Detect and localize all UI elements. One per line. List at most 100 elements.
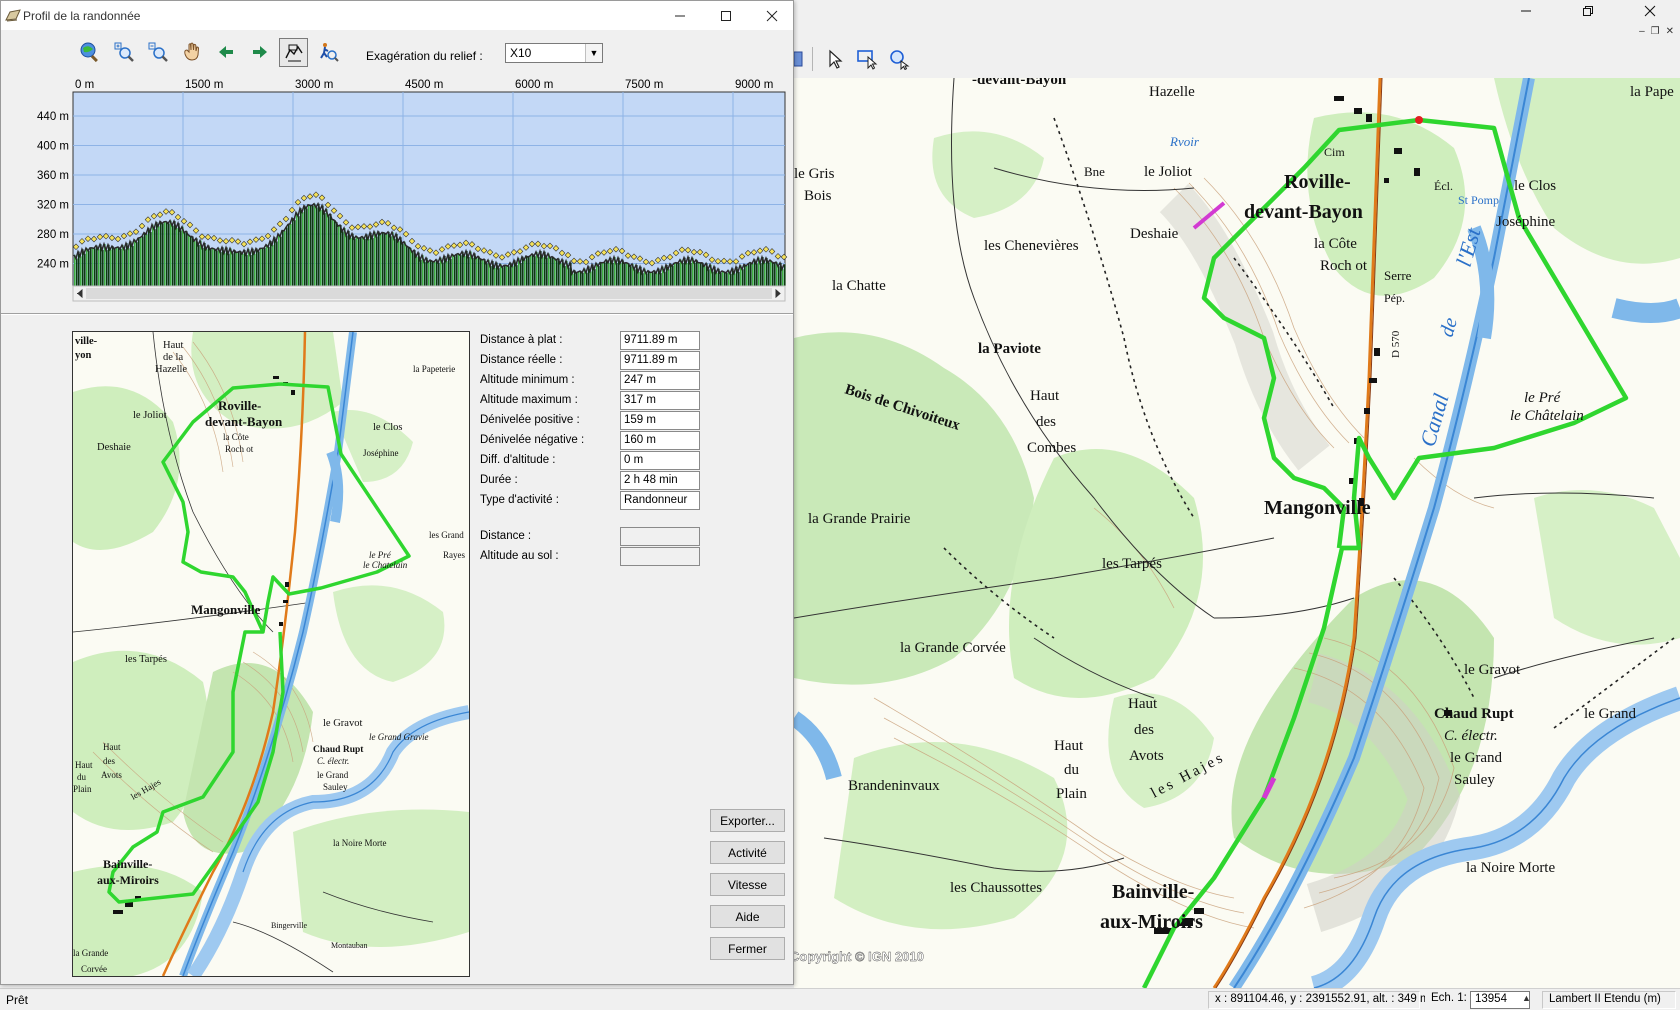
stat-label: Diff. d'altitude : — [480, 454, 556, 466]
terrain-bar — [656, 273, 658, 286]
zoom-globe-icon[interactable] — [75, 38, 104, 67]
minimize-icon[interactable] — [1504, 0, 1548, 22]
terrain-bar — [464, 256, 466, 286]
terrain-bar — [454, 256, 456, 286]
walker-zoom-icon[interactable] — [313, 38, 342, 67]
terrain-bar — [236, 252, 238, 286]
select-rectangle-icon[interactable] — [853, 45, 881, 73]
mdi-close-icon[interactable]: ✕ — [1666, 26, 1674, 42]
map-label: le Joliot — [1144, 164, 1193, 180]
stat-value: Randonneur — [620, 491, 700, 510]
scale-input[interactable]: 13954 — [1470, 991, 1530, 1009]
terrain-bar — [232, 253, 234, 286]
terrain-bar — [84, 253, 86, 286]
terrain-bar — [410, 247, 412, 286]
arrow-right-icon[interactable] — [245, 38, 274, 67]
terrain-bar — [528, 256, 530, 286]
terrain-bar — [240, 251, 242, 286]
terrain-bar — [620, 263, 622, 286]
speed-button[interactable]: Vitesse — [710, 873, 785, 896]
terrain-bar — [720, 272, 722, 286]
map-label: le Pré — [369, 550, 392, 560]
map-label: des — [103, 756, 115, 766]
mdi-restore-icon[interactable]: ❐ — [1651, 26, 1660, 42]
relief-exaggeration-select[interactable]: X10 ▼ — [505, 43, 603, 63]
mdi-minimize-icon[interactable]: ‒ — [1639, 26, 1645, 42]
terrain-bar — [564, 265, 566, 286]
terrain-bar — [420, 259, 422, 286]
map-label: Deshaie — [1130, 226, 1179, 242]
close-button[interactable]: Fermer — [710, 937, 785, 960]
terrain-bar — [252, 248, 254, 286]
dialog-titlebar[interactable]: Profil de la randonnée — [1, 1, 793, 31]
map-label: Roville- — [218, 398, 261, 413]
terrain-bar — [180, 230, 182, 286]
map-label: la Grande Corvée — [900, 640, 1006, 656]
profile-mode-icon[interactable] — [279, 37, 308, 67]
terrain-bar — [404, 241, 406, 286]
map-label: le Clos — [1514, 178, 1556, 194]
projection-readout: Lambert II Etendu (m) — [1542, 991, 1676, 1009]
scale-spin-icon[interactable]: ▲ — [1522, 993, 1531, 1003]
zoom-in-icon[interactable] — [109, 38, 138, 67]
map-copyright: Copyright © IGN 2010 — [794, 949, 924, 964]
terrain-bar — [624, 263, 626, 286]
activity-button[interactable]: Activité — [710, 841, 785, 864]
elevation-profile[interactable]: 0 m 1500 m 3000 m 4500 m 6000 m 7500 m 9000 m … — [31, 75, 791, 307]
terrain-bar — [630, 266, 632, 286]
terrain-bar — [452, 254, 454, 286]
terrain-bar — [738, 271, 740, 286]
export-button[interactable]: Exporter... — [710, 809, 785, 832]
dialog-close-icon[interactable] — [749, 1, 795, 31]
map-label: Haut — [75, 760, 93, 770]
overview-map[interactable]: ville- yon Haut de la Hazelle le Joliot … — [72, 331, 470, 977]
terrain-bar — [462, 251, 464, 286]
terrain-bar — [288, 224, 290, 286]
terrain-bar — [598, 266, 600, 286]
terrain-bar — [378, 231, 380, 286]
layers-icon[interactable] — [794, 45, 804, 73]
terrain-bar — [438, 262, 440, 286]
terrain-bar — [634, 269, 636, 286]
zoom-select-icon[interactable] — [885, 45, 913, 73]
terrain-bar — [612, 262, 614, 286]
terrain-bar — [154, 229, 156, 286]
map-label: les Tarpés — [125, 654, 167, 665]
map-label: des — [1134, 722, 1154, 738]
terrain-bar — [416, 256, 418, 286]
terrain-bar — [92, 247, 94, 286]
close-icon[interactable] — [1628, 0, 1672, 22]
dialog-minimize-icon[interactable] — [657, 1, 703, 31]
x-tick-label: 1500 m — [185, 79, 223, 91]
main-topo-map[interactable]: -devant-Bayon Hazelle le Joliot Roville-… — [794, 78, 1680, 988]
terrain-bar — [764, 262, 766, 286]
terrain-bar — [292, 218, 294, 286]
map-label: la Côte — [223, 432, 249, 442]
hand-pan-icon[interactable] — [177, 38, 206, 67]
restore-icon[interactable] — [1566, 0, 1610, 22]
terrain-bar — [158, 226, 160, 286]
terrain-bar — [542, 257, 544, 286]
terrain-bar — [228, 253, 230, 286]
terrain-bar — [352, 233, 354, 286]
help-button[interactable]: Aide — [710, 905, 785, 928]
map-label: Bainville- — [1112, 881, 1194, 903]
cursor-label: Distance : — [480, 530, 532, 542]
pointer-icon[interactable] — [821, 45, 849, 73]
terrain-bar — [724, 271, 726, 286]
zoom-out-icon[interactable] — [143, 38, 172, 67]
dialog-maximize-icon[interactable] — [703, 1, 749, 31]
terrain-bar — [482, 259, 484, 286]
arrow-left-icon[interactable] — [211, 38, 240, 67]
profile-scrollbar-thumb[interactable] — [86, 288, 772, 299]
stat-value: 247 m — [620, 371, 700, 390]
map-label: Mangonville — [1264, 497, 1371, 519]
terrain-bar — [362, 236, 364, 286]
terrain-bar — [350, 237, 352, 286]
terrain-bar — [578, 271, 580, 286]
terrain-bar — [172, 225, 174, 286]
chevron-down-icon[interactable]: ▼ — [585, 44, 602, 62]
terrain-bar — [412, 252, 414, 286]
terrain-bar — [700, 262, 702, 286]
terrain-bar — [396, 233, 398, 286]
